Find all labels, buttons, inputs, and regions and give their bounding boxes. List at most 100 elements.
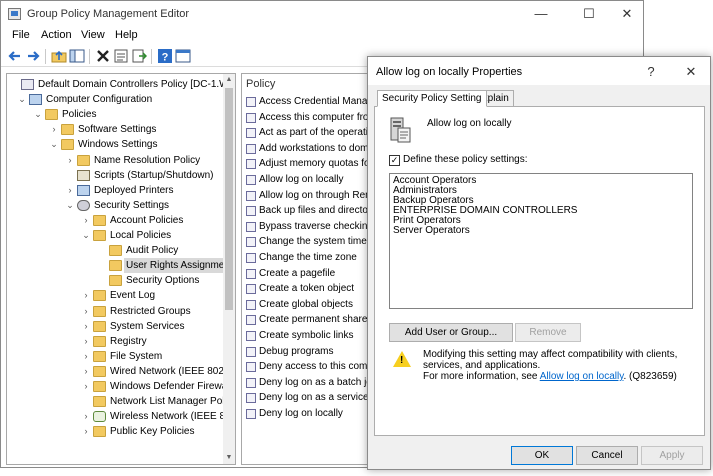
list-item[interactable]: Change the system time <box>245 234 372 249</box>
chevron-right-icon[interactable]: › <box>81 424 91 439</box>
tree-item[interactable]: › Software Settings <box>7 122 225 137</box>
tree-item[interactable]: ⌄ Local Policies <box>7 228 225 243</box>
help-link[interactable]: Allow log on locally <box>540 371 624 382</box>
chevron-right-icon[interactable]: › <box>81 319 91 334</box>
dialog-help-button[interactable]: ? <box>640 63 662 81</box>
chevron-right-icon[interactable]: › <box>65 183 75 198</box>
chevron-right-icon[interactable]: › <box>81 304 91 319</box>
members-listbox[interactable]: Account Operators Administrators Backup … <box>389 173 693 309</box>
tree-item[interactable]: ⌄ Windows Settings <box>7 137 225 152</box>
list-item[interactable]: Deny log on as a batch job <box>245 375 372 390</box>
list-item[interactable]: Adjust memory quotas for a process <box>245 156 372 171</box>
tree-item[interactable]: › Windows Defender Firewal <box>7 379 230 394</box>
list-item[interactable]: Deny log on as a service <box>245 390 372 405</box>
tree-item[interactable]: Default Domain Controllers Policy [DC-1.… <box>7 77 235 92</box>
chevron-right-icon[interactable]: › <box>81 379 91 394</box>
properties-icon[interactable] <box>113 48 129 64</box>
chevron-right-icon[interactable]: › <box>81 288 91 303</box>
tree-item[interactable]: ⌄ Computer Configuration <box>7 92 225 107</box>
tree-item[interactable]: Audit Policy <box>7 243 225 258</box>
minimize-button[interactable]: — <box>523 4 559 24</box>
chevron-right-icon[interactable]: › <box>81 364 91 379</box>
chevron-right-icon[interactable]: › <box>81 409 91 424</box>
tree-item[interactable]: › Wireless Network (IEEE 802 <box>7 409 235 424</box>
tree-item[interactable]: ⌄ Policies <box>7 107 225 122</box>
tree-item[interactable]: › Public Key Policies <box>7 424 225 439</box>
tree-item[interactable]: › System Services <box>7 319 225 334</box>
define-policy-label[interactable]: Define these policy settings: <box>403 154 528 165</box>
tree-item[interactable]: Scripts (Startup/Shutdown) <box>7 168 225 183</box>
tree-scrollbar[interactable]: ▲ ▼ <box>223 74 235 464</box>
list-item[interactable]: Create a pagefile <box>245 266 372 281</box>
remove-button[interactable]: Remove <box>515 323 581 342</box>
chevron-right-icon[interactable]: › <box>81 334 91 349</box>
menu-action[interactable]: Action <box>41 29 72 41</box>
show-hide-tree-icon[interactable] <box>69 48 85 64</box>
menu-help[interactable]: Help <box>115 29 138 41</box>
up-folder-icon[interactable] <box>51 48 67 64</box>
tree-item[interactable]: › Registry <box>7 334 225 349</box>
list-item[interactable]: Allow log on locally <box>245 172 372 187</box>
tab-security-policy-setting[interactable]: Security Policy Setting <box>377 90 487 107</box>
tree-item[interactable]: › Name Resolution Policy <box>7 153 225 168</box>
list-item[interactable]: Bypass traverse checking <box>245 219 372 234</box>
list-item[interactable]: Create global objects <box>245 297 372 312</box>
list-item[interactable]: Add workstations to domain <box>245 141 372 156</box>
menu-file[interactable]: File <box>12 29 30 41</box>
policy-list[interactable]: Policy Access Credential Manager as a tr… <box>241 73 373 465</box>
tree-item[interactable]: User Rights Assignment <box>7 258 235 274</box>
list-item[interactable]: Access this computer from the network <box>245 110 372 125</box>
list-item[interactable]: Server Operators <box>393 226 689 236</box>
chevron-down-icon[interactable]: ⌄ <box>33 107 43 122</box>
tree-item[interactable]: ⌄ Security Settings <box>7 198 225 213</box>
dialog-close-button[interactable]: ✕ <box>680 63 702 81</box>
chevron-down-icon[interactable]: ⌄ <box>49 137 59 152</box>
list-item[interactable]: Deny log on locally <box>245 406 372 421</box>
define-policy-checkbox[interactable]: ✓ <box>389 155 400 166</box>
list-item[interactable]: Allow log on through Remote Desktop Serv… <box>245 188 372 203</box>
tree-item[interactable]: › Deployed Printers <box>7 183 225 198</box>
tree-scroll-thumb[interactable] <box>225 88 233 310</box>
chevron-right-icon[interactable]: › <box>81 213 91 228</box>
help-icon[interactable]: ? <box>157 48 173 64</box>
tree-item[interactable]: Security Options <box>7 273 225 288</box>
chevron-right-icon[interactable]: › <box>81 349 91 364</box>
tree-item[interactable]: › File System <box>7 349 225 364</box>
chevron-right-icon[interactable]: › <box>49 122 59 137</box>
tree-item[interactable]: › Account Policies <box>7 213 225 228</box>
forward-icon[interactable] <box>25 48 41 64</box>
list-item[interactable]: Back up files and directories <box>245 203 372 218</box>
warning-info-suffix: . (Q823659) <box>623 371 677 382</box>
list-item[interactable]: Create a token object <box>245 281 372 296</box>
tree-item[interactable]: › Restricted Groups <box>7 304 225 319</box>
list-item[interactable]: Access Credential Manager as a trusted c… <box>245 94 372 109</box>
list-item[interactable]: Create symbolic links <box>245 328 372 343</box>
list-item[interactable]: Create permanent shared objects <box>245 312 372 327</box>
delete-icon[interactable] <box>95 48 111 64</box>
policy-column-header[interactable]: Policy <box>246 78 275 90</box>
list-item[interactable]: Change the time zone <box>245 250 372 265</box>
menu-view[interactable]: View <box>81 29 105 41</box>
add-user-or-group-button[interactable]: Add User or Group... <box>389 323 513 342</box>
list-item[interactable]: Debug programs <box>245 344 372 359</box>
back-icon[interactable] <box>7 48 23 64</box>
tree-item[interactable]: › Wired Network (IEEE 802.3) <box>7 364 235 379</box>
cancel-button[interactable]: Cancel <box>576 446 638 465</box>
list-item[interactable]: Deny access to this computer from the ne… <box>245 359 372 374</box>
apply-button[interactable]: Apply <box>641 446 703 465</box>
maximize-button[interactable]: ☐ <box>571 4 607 24</box>
export-list-icon[interactable] <box>131 48 147 64</box>
ok-button[interactable]: OK <box>511 446 573 465</box>
chevron-down-icon[interactable]: ⌄ <box>81 228 91 243</box>
chevron-right-icon[interactable]: › <box>65 153 75 168</box>
chevron-down-icon[interactable]: ⌄ <box>17 92 27 107</box>
list-item[interactable]: Act as part of the operating system <box>245 125 372 140</box>
scroll-up-icon[interactable]: ▲ <box>223 74 235 86</box>
tree-item[interactable]: Network List Manager Polic <box>7 394 232 409</box>
chevron-down-icon[interactable]: ⌄ <box>65 198 75 213</box>
tree-item[interactable]: › Event Log <box>7 288 225 303</box>
console-icon[interactable] <box>175 48 191 64</box>
console-tree[interactable]: Default Domain Controllers Policy [DC-1.… <box>6 73 236 465</box>
scroll-down-icon[interactable]: ▼ <box>223 452 235 464</box>
close-button[interactable]: ✕ <box>609 4 645 24</box>
